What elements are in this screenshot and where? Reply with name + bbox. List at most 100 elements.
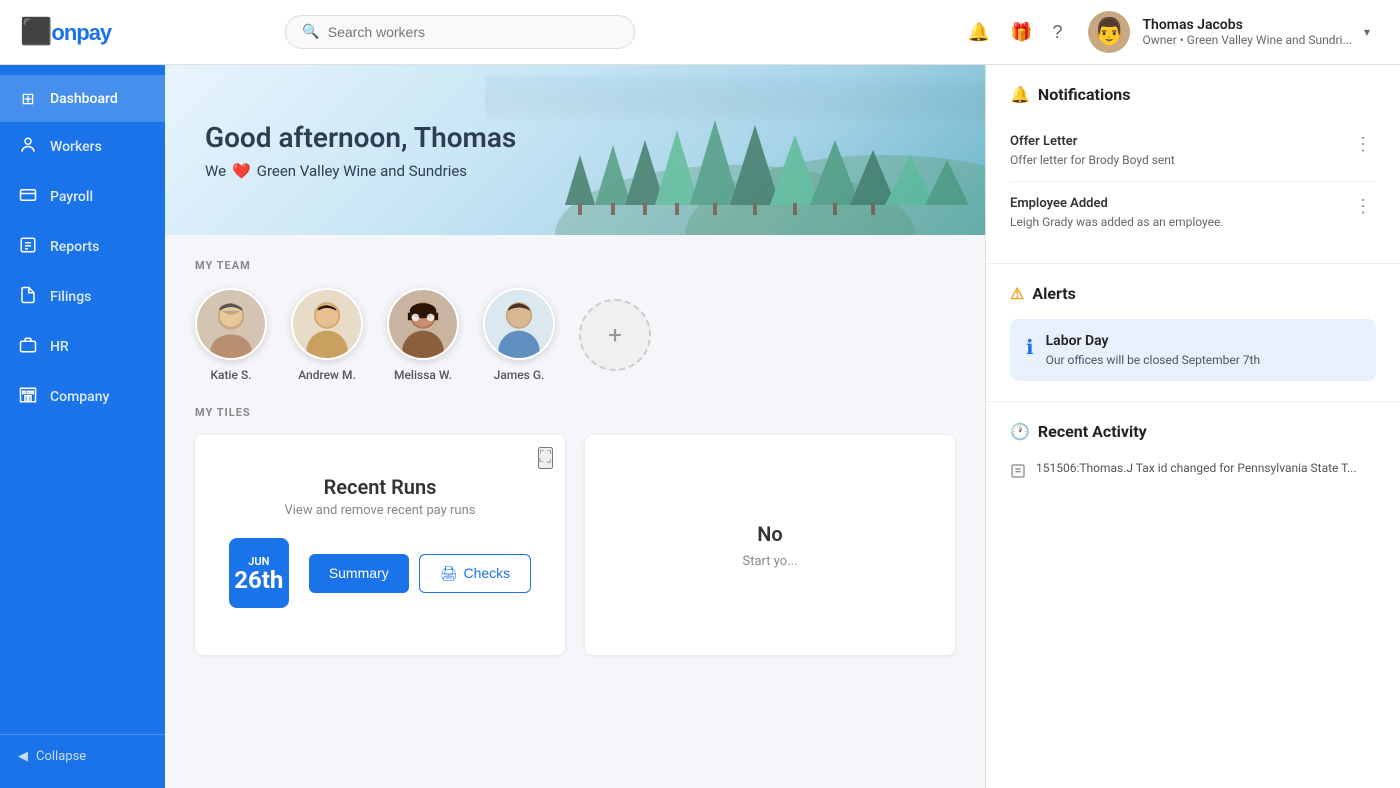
alert-info-icon: ℹ (1026, 335, 1034, 359)
notifications-section-title: 🔔 Notifications (1010, 85, 1376, 104)
notif-offer-title: Offer Letter (1010, 134, 1350, 149)
member-name-katie: Katie S. (210, 368, 251, 382)
tile-action-buttons: Summary 🖨 Checks (309, 554, 531, 593)
sidebar-item-label-filings: Filings (50, 289, 91, 305)
member-avatar-andrew (291, 288, 363, 360)
my-tiles-title: MY TILES (195, 406, 955, 419)
checks-label: Checks (464, 565, 511, 581)
alert-labor-day-desc: Our offices will be closed September 7th (1046, 353, 1260, 367)
sidebar-item-dashboard[interactable]: ⊞ Dashboard (0, 75, 165, 122)
tile-recent-runs-content: Recent Runs View and remove recent pay r… (195, 435, 565, 628)
banner-sub-text: We (205, 162, 226, 180)
recent-activity-section: 🕐 Recent Activity 151506:Thomas.J Tax id… (986, 402, 1400, 511)
main-content: Good afternoon, Thomas We ❤️ Green Valle… (165, 65, 985, 788)
notif-employee-content: Employee Added Leigh Grady was added as … (1010, 196, 1350, 229)
team-member-melissa[interactable]: Melissa W. (387, 288, 459, 382)
checks-button[interactable]: 🖨 Checks (419, 554, 531, 593)
member-name-james: James G. (494, 368, 545, 382)
alert-warning-icon: ⚠ (1010, 284, 1024, 303)
run-date-badge: Jun 26th (229, 538, 289, 608)
tile-recent-runs-subtitle: View and remove recent pay runs (284, 503, 475, 518)
my-tiles-section: MY TILES ⛶ Recent Runs View and remove r… (165, 406, 985, 679)
my-team-title: MY TEAM (195, 259, 955, 272)
alert-item-labor-day: ℹ Labor Day Our offices will be closed S… (1010, 319, 1376, 381)
notif-offer-desc: Offer letter for Brody Boyd sent (1010, 153, 1350, 167)
hr-icon (18, 336, 38, 358)
sidebar-item-payroll[interactable]: Payroll (0, 172, 165, 222)
summary-button[interactable]: Summary (309, 554, 409, 593)
collapse-label: Collapse (36, 749, 86, 764)
sidebar-item-hr[interactable]: HR (0, 322, 165, 372)
search-input[interactable] (328, 24, 619, 40)
sidebar-item-label-dashboard: Dashboard (50, 91, 118, 107)
sidebar-item-reports[interactable]: Reports (0, 222, 165, 272)
tile2-partial-title: No (743, 522, 798, 546)
welcome-banner: Good afternoon, Thomas We ❤️ Green Valle… (165, 65, 985, 235)
tile-expand-icon[interactable]: ⛶ (538, 447, 553, 469)
sidebar-item-label-company: Company (50, 389, 109, 405)
alert-content: Labor Day Our offices will be closed Sep… (1046, 333, 1260, 367)
notif-offer-menu-icon[interactable]: ⋮ (1350, 134, 1376, 155)
tiles-row: ⛶ Recent Runs View and remove recent pay… (195, 435, 955, 655)
team-member-andrew[interactable]: Andrew M. (291, 288, 363, 382)
sidebar-nav: ⊞ Dashboard Workers Payroll Reports (0, 75, 165, 422)
notifications-icon-btn[interactable]: 🔔 (968, 22, 990, 43)
sidebar-item-label-hr: HR (50, 339, 69, 355)
team-member-james[interactable]: James G. (483, 288, 555, 382)
search-icon: 🔍 (302, 24, 319, 40)
user-role: Owner • Green Valley Wine and Sundri... (1142, 33, 1352, 47)
logo-text: onpay (51, 20, 111, 45)
chevron-down-icon: ▾ (1364, 25, 1370, 39)
recent-activity-title: 🕐 Recent Activity (1010, 422, 1376, 441)
sidebar-item-workers[interactable]: Workers (0, 122, 165, 172)
payroll-icon (18, 186, 38, 208)
header-icons: 🔔 🎁 ? (968, 22, 1063, 43)
tile2-partial-desc: Start yo... (743, 554, 798, 569)
logo: ⬛onpay (20, 17, 111, 47)
tile-run-row: Jun 26th Summary 🖨 Checks (229, 538, 531, 608)
sidebar-item-filings[interactable]: Filings (0, 272, 165, 322)
team-member-katie[interactable]: Katie S. (195, 288, 267, 382)
banner-heart: ❤️ (232, 162, 251, 180)
notifications-bell-icon: 🔔 (1010, 85, 1030, 104)
notifications-section: 🔔 Notifications Offer Letter Offer lette… (986, 65, 1400, 264)
banner-company: Green Valley Wine and Sundries (257, 162, 467, 180)
banner-trees-decoration (485, 75, 985, 235)
tile-recent-runs-title: Recent Runs (324, 475, 437, 499)
logo-icon: ⬛onpay (20, 17, 111, 47)
user-info: Thomas Jacobs Owner • Green Valley Wine … (1142, 17, 1352, 47)
notification-item-offer-letter: Offer Letter Offer letter for Brody Boyd… (1010, 120, 1376, 182)
help-icon-btn[interactable]: ? (1052, 22, 1062, 43)
user-name: Thomas Jacobs (1142, 17, 1352, 33)
sidebar-item-label-workers: Workers (50, 139, 102, 155)
tile-recent-runs: ⛶ Recent Runs View and remove recent pay… (195, 435, 565, 655)
activity-item-text: 151506:Thomas.J Tax id changed for Penns… (1036, 461, 1357, 475)
add-member-button[interactable]: + (579, 299, 651, 371)
member-avatar-james (483, 288, 555, 360)
recent-activity-icon: 🕐 (1010, 422, 1030, 441)
sidebar: ⊞ Dashboard Workers Payroll Reports (0, 65, 165, 788)
sidebar-item-label-payroll: Payroll (50, 189, 93, 205)
notifications-panel: 🔔 Notifications Offer Letter Offer lette… (985, 65, 1400, 788)
collapse-icon: ◀ (18, 749, 28, 764)
notification-item-employee-added: Employee Added Leigh Grady was added as … (1010, 182, 1376, 243)
workers-icon (18, 136, 38, 158)
member-avatar-melissa (387, 288, 459, 360)
collapse-button[interactable]: ◀ Collapse (0, 734, 165, 778)
sidebar-item-company[interactable]: Company (0, 372, 165, 422)
run-date-day: 26th (234, 568, 283, 592)
filings-icon (18, 286, 38, 308)
gift-icon-btn[interactable]: 🎁 (1010, 22, 1032, 43)
search-box[interactable]: 🔍 (285, 15, 635, 49)
member-avatar-katie (195, 288, 267, 360)
member-name-melissa: Melissa W. (394, 368, 452, 382)
activity-item-icon (1010, 463, 1026, 483)
print-icon: 🖨 (440, 565, 458, 582)
avatar: 👨 (1088, 11, 1130, 53)
activity-item: 151506:Thomas.J Tax id changed for Penns… (1010, 453, 1376, 491)
user-area[interactable]: 👨 Thomas Jacobs Owner • Green Valley Win… (1078, 11, 1380, 53)
main-layout: ⊞ Dashboard Workers Payroll Reports (0, 65, 1400, 788)
alerts-section: ⚠ Alerts ℹ Labor Day Our offices will be… (986, 264, 1400, 402)
notif-employee-menu-icon[interactable]: ⋮ (1350, 196, 1376, 217)
app-header: ⬛onpay 🔍 🔔 🎁 ? 👨 Thomas Jacobs Owner • G… (0, 0, 1400, 65)
